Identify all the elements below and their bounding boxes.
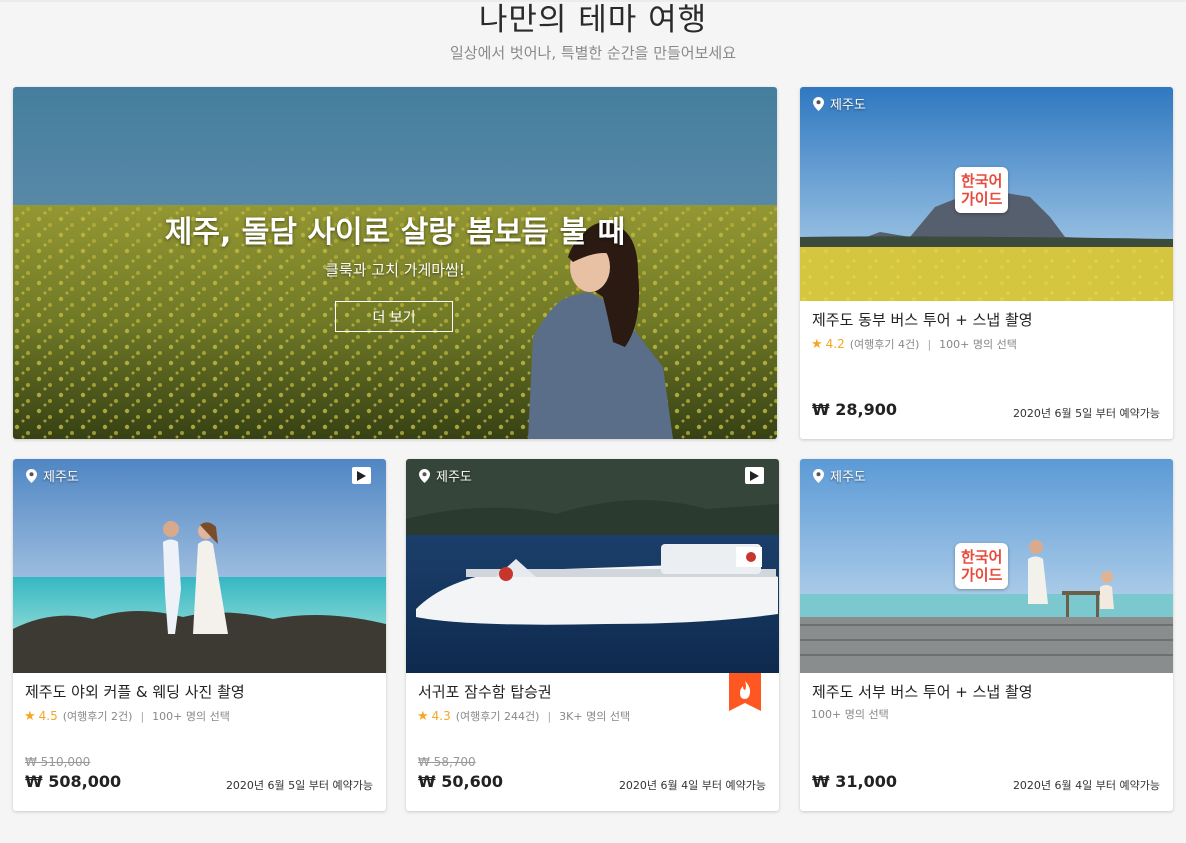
location-pin-icon [813,96,824,111]
location-pin-icon [419,468,430,483]
availability-date: 2020년 6월 5일 부터 예약가능 [225,779,373,792]
review-count: (여행후기 4건) [849,338,920,351]
location-tag: 제주도 [26,466,79,485]
section-title: 나만의 테마 여행 [478,2,708,38]
price: ₩ 31,000 [812,772,897,791]
location-tag: 제주도 [813,466,866,485]
location-tag: 제주도 [813,94,866,113]
location-tag: 제주도 [419,466,472,485]
card-image: 한국어 가이드 [800,87,1173,301]
play-icon[interactable] [745,467,764,484]
card-meta: 100+ 명의 선택 [811,706,889,722]
booked-count: 100+ 명의 선택 [811,708,889,721]
review-count: (여행후기 244건) [455,710,540,723]
booked-count: 100+ 명의 선택 [939,338,1017,351]
hero-title: 제주, 돌담 사이로 살랑 봄보듬 불 때 [164,215,626,250]
see-more-button[interactable]: 더 보기 [335,301,453,332]
card-meta: ★ 4.3 (여행후기 244건) | 3K+ 명의 선택 [417,708,630,724]
badge-line-1: 한국어 [961,548,1003,566]
price: ₩ 28,900 [812,400,897,419]
location-label: 제주도 [830,98,866,113]
rating-value: 4.3 [431,709,451,723]
review-count: (여행후기 2건) [62,710,133,723]
badge-line-1: 한국어 [961,172,1003,190]
availability-date: 2020년 6월 4일 부터 예약가능 [618,779,766,792]
meta-separator: | [927,337,932,351]
card-image [406,459,779,673]
badge-line-2: 가이드 [961,566,1003,584]
korean-guide-badge: 한국어 가이드 [955,167,1009,213]
card-title[interactable]: 제주도 야외 커플 & 웨딩 사진 촬영 [25,681,245,702]
location-label: 제주도 [830,470,866,485]
section-subtitle: 일상에서 벗어나, 특별한 순간을 만들어보세요 [449,44,737,62]
hero-subtitle: 클룩과 고치 가게마씸! [325,261,465,279]
card-title[interactable]: 제주도 동부 버스 투어 + 스냅 촬영 [812,309,1033,330]
card-meta: ★ 4.5 (여행후기 2건) | 100+ 명의 선택 [24,708,230,724]
availability-date: 2020년 6월 5일 부터 예약가능 [1012,407,1160,420]
location-pin-icon [26,468,37,483]
rating-value: 4.2 [825,337,845,351]
original-price: ₩ 58,700 [418,755,476,769]
card-image: 한국어 가이드 [800,459,1173,673]
hero-banner[interactable]: 제주, 돌담 사이로 살랑 봄보듬 불 때 클룩과 고치 가게마씸! 더 보기 [13,87,777,439]
korean-guide-badge: 한국어 가이드 [955,543,1009,589]
play-icon[interactable] [352,467,371,484]
card-title[interactable]: 서귀포 잠수함 탑승권 [418,681,552,702]
star-icon: ★ [24,708,36,724]
booked-count: 3K+ 명의 선택 [559,710,631,723]
card-image [13,459,386,673]
meta-separator: | [140,709,145,723]
card-title[interactable]: 제주도 서부 버스 투어 + 스냅 촬영 [812,681,1033,702]
rating-value: 4.5 [38,709,58,723]
booked-count: 100+ 명의 선택 [152,710,230,723]
activity-card[interactable]: 제주도 서귀포 잠수함 탑승권 ★ 4.3 (여행후기 244건) | 3K+ … [406,459,779,811]
location-label: 제주도 [436,470,472,485]
fire-icon [729,673,761,711]
activity-card[interactable]: 한국어 가이드 제주도 제주도 서부 버스 투어 + 스냅 촬영 100+ 명의… [800,459,1173,811]
price: ₩ 50,600 [418,772,503,791]
activity-card[interactable]: 한국어 가이드 제주도 제주도 동부 버스 투어 + 스냅 촬영 ★ 4.2 (… [800,87,1173,439]
location-pin-icon [813,468,824,483]
price: ₩ 508,000 [25,772,122,791]
original-price: ₩ 510,000 [25,755,91,769]
star-icon: ★ [417,708,429,724]
star-icon: ★ [811,336,823,352]
card-meta: ★ 4.2 (여행후기 4건) | 100+ 명의 선택 [811,336,1017,352]
meta-separator: | [547,709,552,723]
badge-line-2: 가이드 [961,190,1003,208]
location-label: 제주도 [43,470,79,485]
activity-card[interactable]: 제주도 제주도 야외 커플 & 웨딩 사진 촬영 ★ 4.5 (여행후기 2건)… [13,459,386,811]
availability-date: 2020년 6월 4일 부터 예약가능 [1012,779,1160,792]
